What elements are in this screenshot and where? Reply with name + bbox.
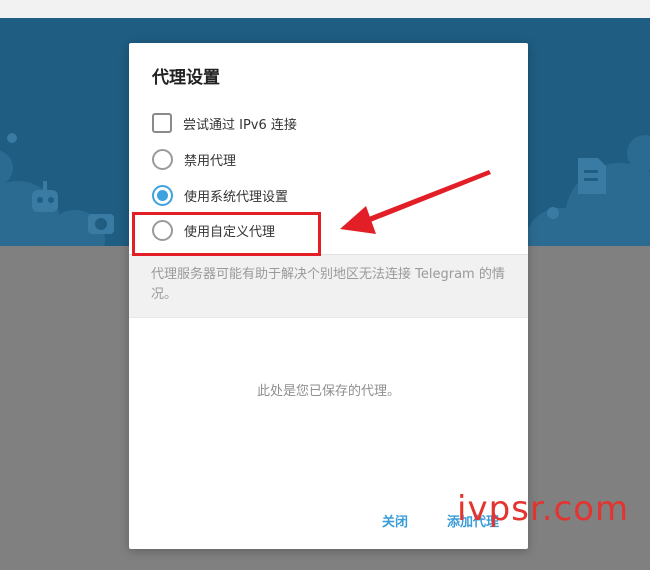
screenshot-stage: 代理设置 尝试通过 IPv6 连接 禁用代理 使用系统代理设置 使用自定义代理 … — [0, 0, 650, 570]
system-proxy-radio[interactable] — [152, 185, 173, 206]
proxy-about-text: 代理服务器可能有助于解决个别地区无法连接 Telegram 的情况。 — [151, 267, 505, 302]
close-button[interactable]: 关闭 — [382, 511, 408, 530]
dialog-title: 代理设置 — [152, 68, 220, 88]
proxy-settings-dialog: 代理设置 尝试通过 IPv6 连接 禁用代理 使用系统代理设置 使用自定义代理 … — [129, 43, 528, 549]
watermark-text: ivpsr.com — [457, 489, 630, 529]
disable-proxy-label: 禁用代理 — [184, 154, 237, 169]
saved-proxies-empty-text: 此处是您已保存的代理。 — [256, 384, 400, 399]
proxy-about-box: 代理服务器可能有助于解决个别地区无法连接 Telegram 的情况。 — [129, 254, 528, 318]
ipv6-checkbox[interactable] — [152, 113, 172, 133]
top-strip — [0, 0, 650, 18]
highlight-annotation-box — [132, 212, 321, 256]
ipv6-option-label: 尝试通过 IPv6 连接 — [183, 117, 297, 133]
disable-proxy-radio[interactable] — [152, 149, 173, 170]
system-proxy-option[interactable]: 使用系统代理设置 — [152, 185, 288, 206]
system-proxy-label: 使用系统代理设置 — [184, 190, 289, 205]
disable-proxy-option[interactable]: 禁用代理 — [152, 149, 236, 170]
ipv6-option[interactable]: 尝试通过 IPv6 连接 — [152, 113, 297, 133]
